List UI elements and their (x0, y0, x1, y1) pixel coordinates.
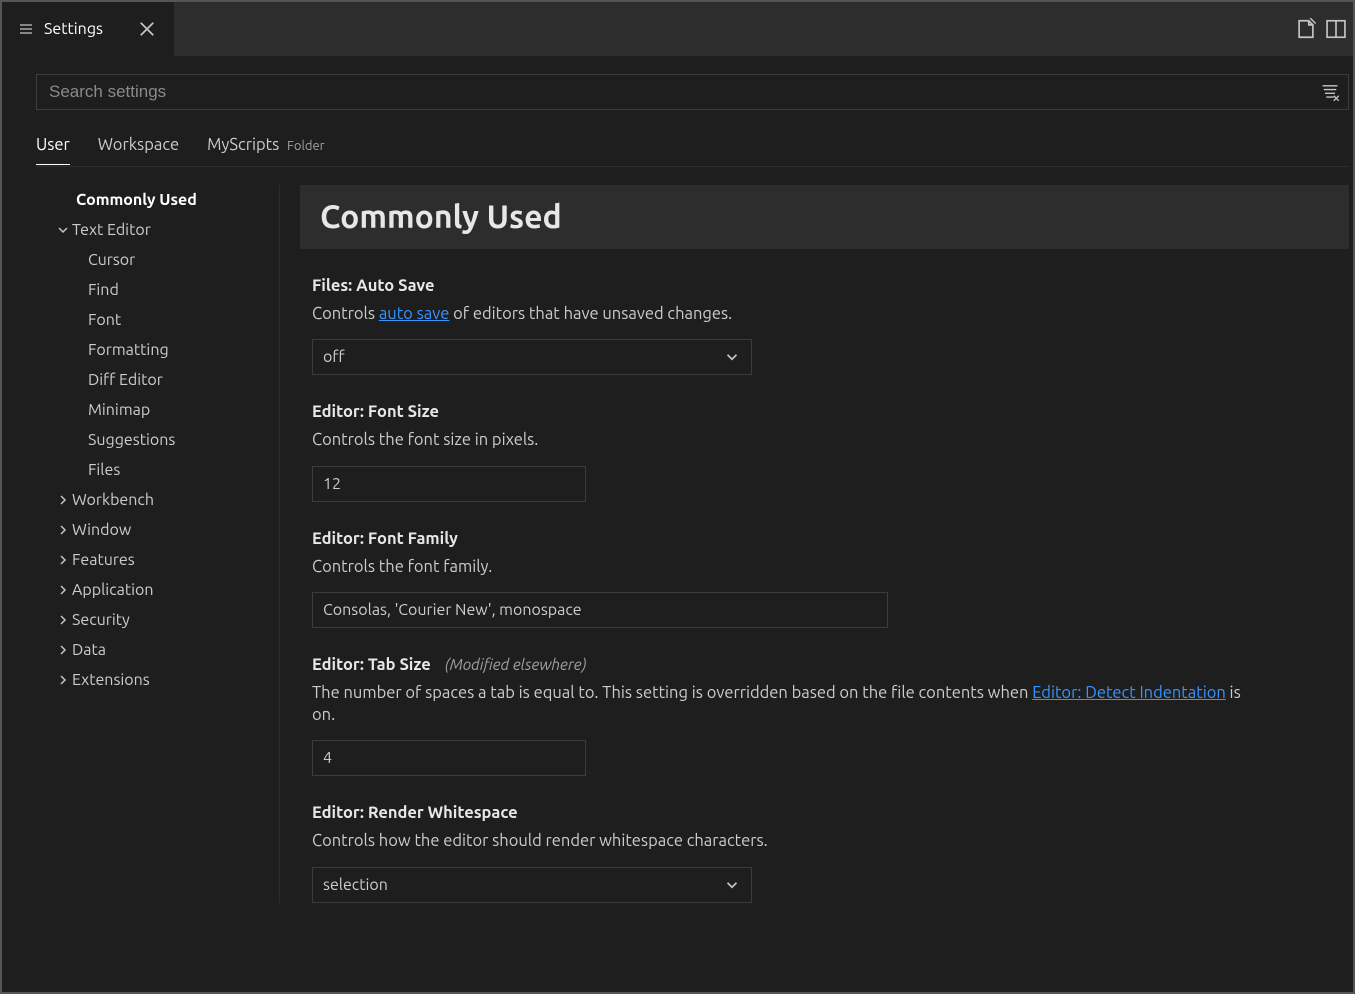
section-title: Commonly Used (320, 199, 1329, 235)
scope-workspace[interactable]: Workspace (98, 136, 179, 164)
select-value: off (323, 348, 345, 366)
editor-tabbar: Settings (2, 2, 1353, 56)
settings-main: Commonly Used Files: Auto Save Controls … (280, 185, 1353, 903)
split-editor-icon[interactable] (1325, 18, 1347, 40)
search-input[interactable] (49, 82, 1320, 102)
settings-scope-tabs: User Workspace MyScripts Folder (36, 136, 1349, 167)
chevron-down-icon (723, 876, 741, 894)
settings-toc: Commonly Used Text Editor Cursor Find Fo… (36, 185, 280, 903)
scope-folder-name: MyScripts (207, 136, 279, 154)
toc-font[interactable]: Font (36, 305, 279, 335)
toc-security[interactable]: Security (36, 605, 279, 635)
settings-tab-icon (18, 21, 34, 37)
toc-diff-editor[interactable]: Diff Editor (36, 365, 279, 395)
close-icon[interactable] (137, 19, 157, 39)
input-value: 4 (323, 749, 332, 767)
setting-description: The number of spaces a tab is equal to. … (312, 682, 1252, 727)
toc-extensions[interactable]: Extensions (36, 665, 279, 695)
toc-find[interactable]: Find (36, 275, 279, 305)
scope-user[interactable]: User (36, 136, 70, 164)
chevron-right-icon (54, 492, 72, 508)
setting-description: Controls the font family. (312, 556, 1252, 578)
chevron-down-icon (723, 348, 741, 366)
scope-folder-suffix: Folder (287, 139, 325, 153)
section-header: Commonly Used (300, 185, 1349, 249)
setting-description: Controls the font size in pixels. (312, 429, 1252, 451)
toc-features[interactable]: Features (36, 545, 279, 575)
setting-editor-tab-size: Editor: Tab Size (Modified elsewhere) Th… (312, 656, 1252, 777)
setting-files-auto-save: Files: Auto Save Controls auto save of e… (312, 277, 1252, 375)
toc-suggestions[interactable]: Suggestions (36, 425, 279, 455)
setting-editor-font-family: Editor: Font Family Controls the font fa… (312, 530, 1252, 628)
link-detect-indentation[interactable]: Editor: Detect Indentation (1032, 684, 1226, 702)
tab-title: Settings (44, 20, 103, 38)
tab-size-input[interactable]: 4 (312, 740, 586, 776)
setting-title: Editor: Font Family (312, 530, 1252, 548)
setting-editor-font-size: Editor: Font Size Controls the font size… (312, 403, 1252, 501)
toc-cursor[interactable]: Cursor (36, 245, 279, 275)
chevron-right-icon (54, 672, 72, 688)
chevron-right-icon (54, 582, 72, 598)
input-value: Consolas, 'Courier New', monospace (323, 601, 582, 619)
setting-description: Controls auto save of editors that have … (312, 303, 1252, 325)
toc-files[interactable]: Files (36, 455, 279, 485)
font-size-input[interactable]: 12 (312, 466, 586, 502)
chevron-right-icon (54, 552, 72, 568)
input-value: 12 (323, 475, 341, 493)
setting-editor-render-whitespace: Editor: Render Whitespace Controls how t… (312, 804, 1252, 902)
chevron-right-icon (54, 642, 72, 658)
toc-minimap[interactable]: Minimap (36, 395, 279, 425)
setting-description: Controls how the editor should render wh… (312, 830, 1252, 852)
open-settings-json-icon[interactable] (1295, 18, 1317, 40)
font-family-input[interactable]: Consolas, 'Courier New', monospace (312, 592, 888, 628)
select-value: selection (323, 876, 388, 894)
link-auto-save[interactable]: auto save (379, 305, 450, 323)
modified-badge: (Modified elsewhere) (445, 656, 587, 673)
setting-title: Editor: Tab Size (Modified elsewhere) (312, 656, 1252, 674)
clear-filter-icon[interactable] (1320, 82, 1340, 102)
chevron-right-icon (54, 612, 72, 628)
toc-application[interactable]: Application (36, 575, 279, 605)
toc-text-editor[interactable]: Text Editor (36, 215, 279, 245)
toc-data[interactable]: Data (36, 635, 279, 665)
tab-settings[interactable]: Settings (2, 2, 174, 56)
scope-folder[interactable]: MyScripts Folder (207, 136, 325, 164)
chevron-down-icon (54, 222, 72, 238)
setting-title: Files: Auto Save (312, 277, 1252, 295)
auto-save-select[interactable]: off (312, 339, 752, 375)
setting-title: Editor: Font Size (312, 403, 1252, 421)
toc-window[interactable]: Window (36, 515, 279, 545)
chevron-right-icon (54, 522, 72, 538)
toc-workbench[interactable]: Workbench (36, 485, 279, 515)
toc-formatting[interactable]: Formatting (36, 335, 279, 365)
settings-search[interactable] (36, 74, 1349, 110)
render-whitespace-select[interactable]: selection (312, 867, 752, 903)
toc-commonly-used[interactable]: Commonly Used (36, 185, 279, 215)
setting-title: Editor: Render Whitespace (312, 804, 1252, 822)
title-actions (1295, 2, 1347, 56)
